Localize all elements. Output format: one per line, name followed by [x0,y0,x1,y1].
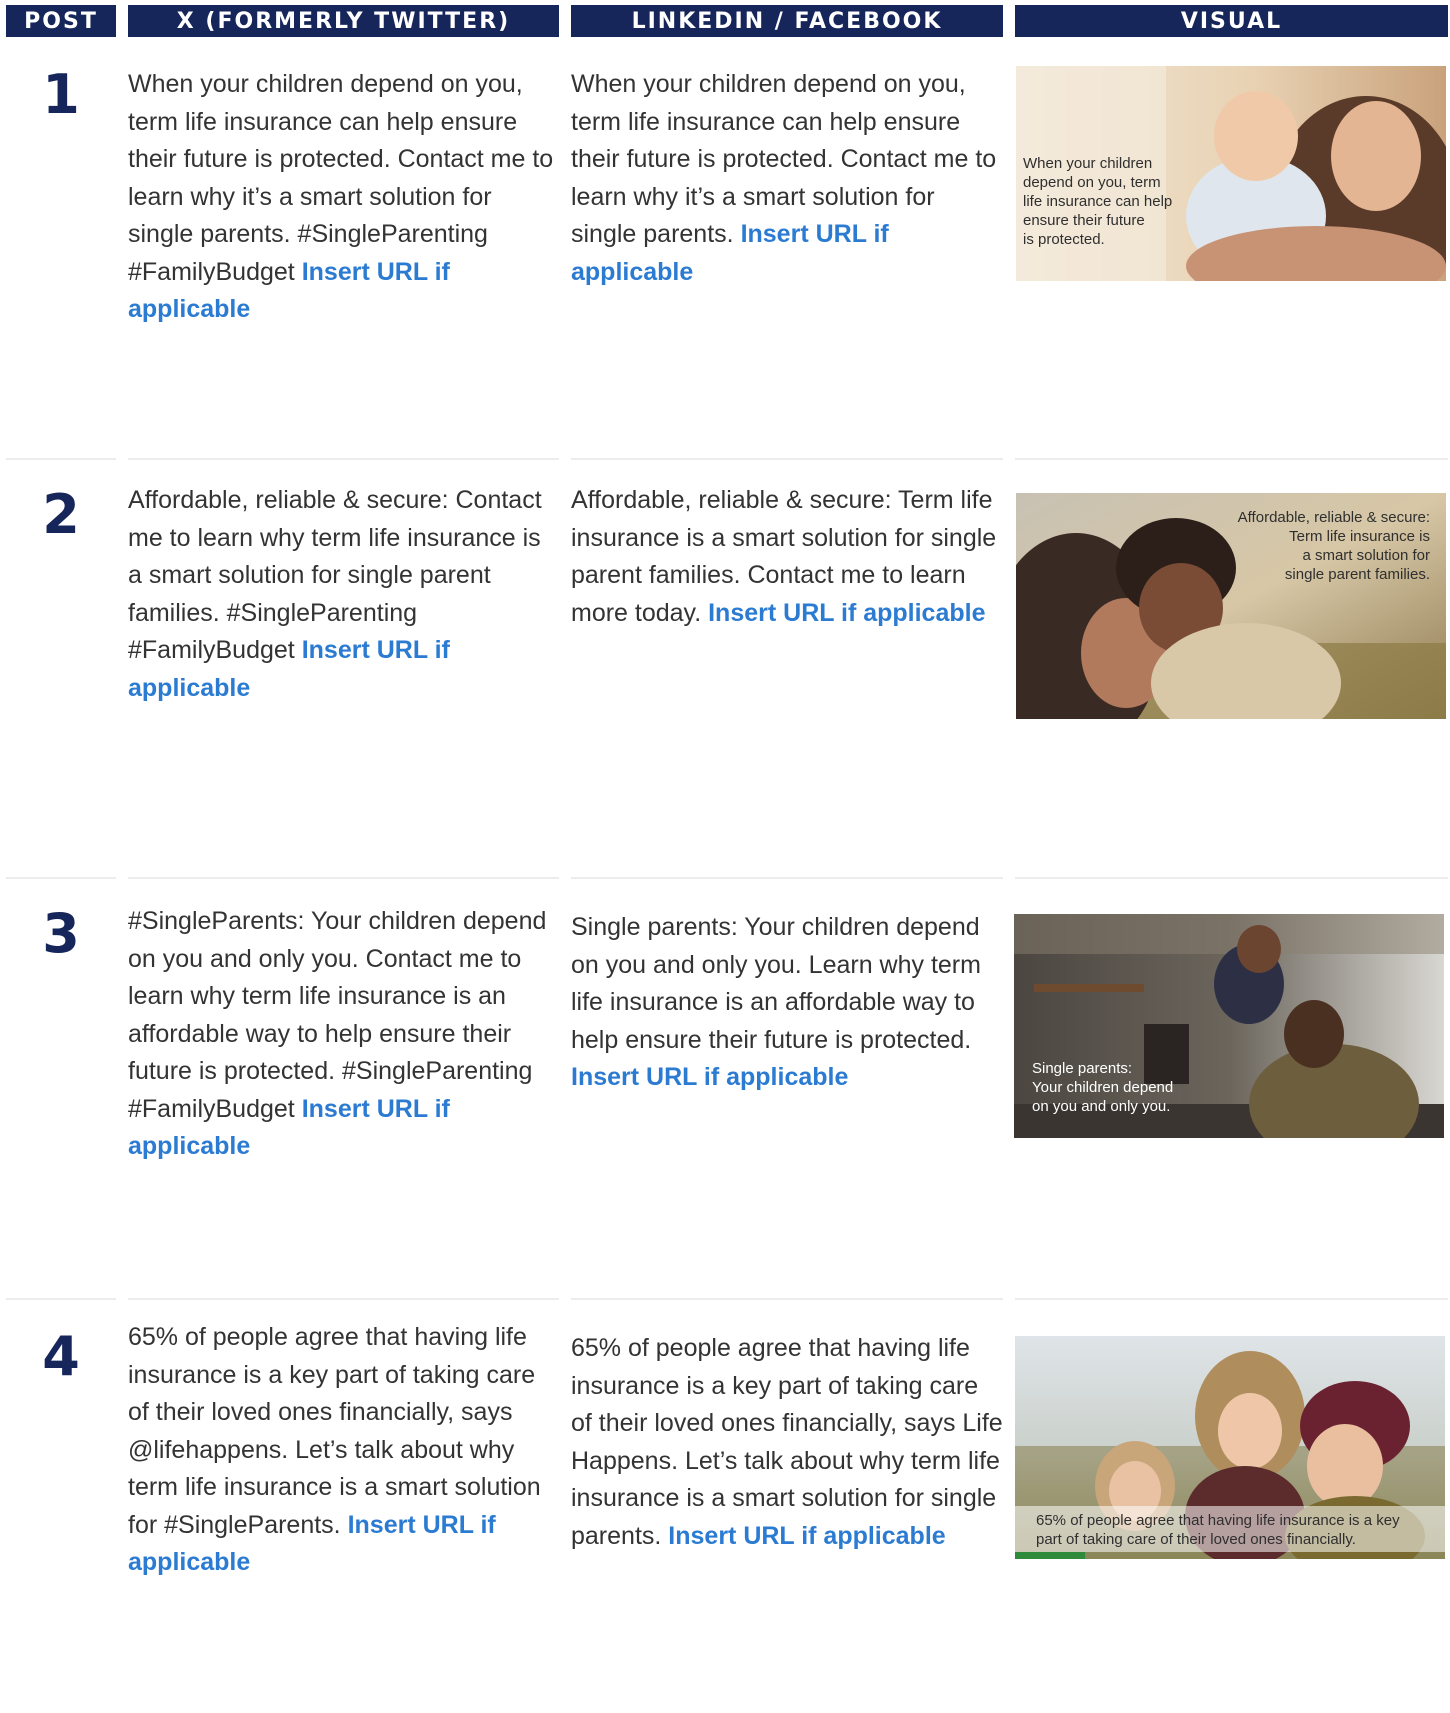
linkedin-post-body: Single parents: Your children depend on … [571,913,981,1054]
linkedin-post-link[interactable]: Insert URL if applicable [571,1063,848,1091]
row-divider [128,458,559,460]
x-post-text: When your children depend on you, term l… [128,66,559,329]
visual-image-mother-baby: When your children depend on you, term l… [1016,66,1446,281]
x-post-body: When your children depend on you, term l… [128,70,554,286]
x-post-text: Affordable, reliable & secure: Contact m… [128,482,559,707]
visual-caption-line: Term life insurance is [1289,528,1430,545]
row-divider [1015,1298,1448,1300]
visual-caption-line: depend on you, term [1023,174,1161,191]
post-number: 1 [42,63,80,126]
row-divider [6,1298,116,1300]
linkedin-post-text: Affordable, reliable & secure: Term life… [571,482,1003,632]
x-post-text: #SingleParents: Your children depend on … [128,903,559,1166]
visual-caption: Affordable, reliable & secure: Term life… [1238,508,1430,584]
row-divider [128,877,559,879]
visual-caption-line: Affordable, reliable & secure: [1237,509,1430,526]
row-divider [6,458,116,460]
row-divider [571,877,1003,879]
header-x-twitter: X (FORMERLY TWITTER) [128,5,559,37]
linkedin-post-link[interactable]: Insert URL if applicable [708,599,985,627]
post-number: 2 [42,483,80,546]
x-post-body: #SingleParents: Your children depend on … [128,907,547,1123]
x-post-body: 65% of people agree that having life ins… [128,1323,541,1539]
visual-caption-line: Your children depend [1032,1079,1174,1096]
row-divider [128,1298,559,1300]
header-linkedin-facebook: LINKEDIN / FACEBOOK [571,5,1003,37]
visual-image-father-child-kitchen: Single parents: Your children depend on … [1014,914,1444,1138]
x-post-text: 65% of people agree that having life ins… [128,1319,559,1582]
visual-caption-line: a smart solution for [1302,547,1430,564]
linkedin-post-text: Single parents: Your children depend on … [571,909,1003,1097]
row-divider [1015,877,1448,879]
visual-caption: When your children depend on you, term l… [1023,154,1172,249]
linkedin-post-link[interactable]: Insert URL if applicable [668,1522,945,1550]
row-divider [6,877,116,879]
visual-caption-line: Single parents: [1032,1060,1133,1077]
visual-caption-line: is protected. [1023,231,1105,248]
row-divider [571,458,1003,460]
linkedin-post-body: 65% of people agree that having life ins… [571,1334,1003,1550]
header-post: POST [6,5,116,37]
visual-image-mother-daughters: 65% of people agree that having life ins… [1015,1336,1445,1559]
visual-caption-line: on you and only you. [1032,1098,1171,1115]
visual-caption-line: ensure their future [1023,212,1145,229]
visual-caption: 65% of people agree that having life ins… [1036,1511,1400,1549]
row-divider [1015,458,1448,460]
linkedin-post-text: 65% of people agree that having life ins… [571,1330,1003,1555]
visual-image-mother-son-kiss: Affordable, reliable & secure: Term life… [1016,493,1446,719]
header-visual: VISUAL [1015,5,1448,37]
visual-caption-line: life insurance can help [1023,193,1173,210]
visual-caption: Single parents: Your children depend on … [1032,1059,1173,1116]
post-number: 4 [42,1325,80,1388]
visual-caption-line: 65% of people agree that having life ins… [1036,1512,1400,1529]
visual-caption-line: part of taking care of their loved ones … [1036,1531,1356,1548]
visual-caption-line: single parent families. [1284,566,1430,583]
row-divider [571,1298,1003,1300]
visual-caption-line: When your children [1023,155,1153,172]
linkedin-post-text: When your children depend on you, term l… [571,66,1003,291]
post-number: 3 [42,902,80,965]
